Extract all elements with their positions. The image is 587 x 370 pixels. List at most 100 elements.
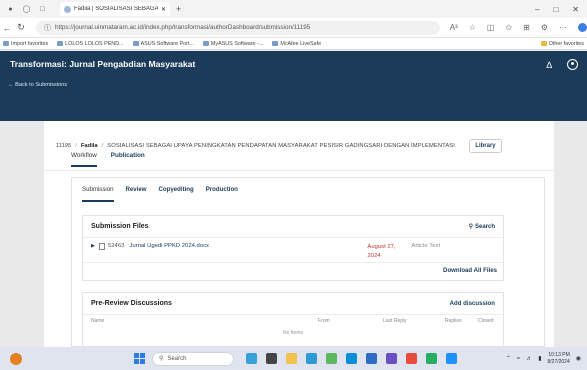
weather-icon[interactable] [10,352,22,365]
submission-title: SOSIALISASI SEBAGAI UPAYA PENINGKATAN PE… [107,142,455,149]
taskbar-search[interactable]: ⚲ Search [152,351,234,366]
clock-time: 10:13 PM [548,352,570,358]
library-button[interactable]: Library [469,138,502,153]
submission-page: 11195 / Fadila / SOSIALISASI SEBAGAI UPA… [44,121,554,348]
tab-close-icon[interactable]: ✕ [161,6,166,13]
app-icon[interactable] [406,353,417,364]
word-icon[interactable] [366,353,377,364]
new-tab-icon[interactable]: + [176,4,181,14]
wifi-icon[interactable]: ≈ [517,356,520,362]
tab-production[interactable]: Production [206,186,238,202]
stage-tabs: Submission Review Copyediting Production [82,186,238,202]
bookmark-icon [3,41,9,46]
widgets-icon[interactable] [246,353,257,364]
tab-review[interactable]: Review [126,186,147,202]
tab-publication[interactable]: Publication [111,149,145,167]
pre-review-discussions-panel: Pre-Review Discussions Add discussion Na… [82,292,504,348]
telegram-icon[interactable] [446,353,457,364]
file-row: ▶ 52463 Jurnal Ugedi PPKD 2024.docx Augu… [83,240,503,259]
discussions-heading: Pre-Review Discussions [91,300,172,307]
back-icon[interactable]: ← [0,23,14,33]
task-view-icon[interactable] [266,353,277,364]
address-bar-row: ← ↻ ⓘ https://journal.uinmataram.ac.id/i… [0,18,587,38]
extension-icon[interactable]: ⚙ [541,23,548,32]
browser-tab-bar: ● ◯ □ Fadila | SOSIALISASI SEBAGAI UP...… [0,0,587,18]
refresh-icon[interactable]: ↻ [14,22,28,33]
read-aloud-icon[interactable]: A³ [450,23,458,32]
workspaces-icon[interactable]: ◯ [21,4,32,15]
copilot-icon[interactable] [578,23,587,32]
search-icon: ⚲ [468,224,473,230]
whatsapp-icon[interactable] [426,353,437,364]
store-icon[interactable] [326,353,337,364]
edge-icon[interactable] [306,353,317,364]
file-name-link[interactable]: Jurnal Ugedi PPKD 2024.docx [129,243,367,249]
submission-files-heading: Submission Files [91,223,149,230]
col-from: From [318,318,330,324]
tab-workflow[interactable]: Workflow [71,149,97,167]
notification-icon[interactable]: ◉ [576,355,581,362]
more-icon[interactable]: ⋯ [559,23,567,32]
bookmark-item[interactable]: McAfee LiveSafe [272,41,321,47]
file-date: August 27, 2024 [367,244,396,259]
tab-copyediting[interactable]: Copyediting [159,186,194,202]
tab-actions-icon[interactable]: □ [37,4,48,15]
journal-title[interactable]: Transformasi: Jurnal Pengabdian Masyarak… [10,59,195,69]
bookmark-icon [202,41,209,46]
profile-icon[interactable]: ● [5,4,16,15]
collections-icon[interactable]: ⊞ [523,23,530,32]
bookmark-item[interactable]: Import favorites [3,41,48,47]
back-to-submissions-link[interactable]: ← Back to Submissions [8,82,67,88]
bookmark-icon [132,41,139,46]
url-field[interactable]: ⓘ https://journal.uinmataram.ac.id/index… [36,20,440,35]
favorites-icon[interactable]: ✩ [505,23,512,32]
app-header: Transformasi: Jurnal Pengabdian Masyarak… [0,51,587,121]
submission-files-panel: Submission Files ⚲ Search ▶ 52463 Jurnal… [82,215,504,281]
tab-title: Fadila | SOSIALISASI SEBAGAI UP... [74,6,158,12]
submission-id: 11195 [56,142,72,149]
volume-icon[interactable]: ♬ [526,356,532,362]
col-name: Name [91,318,105,324]
start-icon[interactable] [134,353,145,364]
clock-date: 8/27/2024 [547,358,570,365]
expand-row-icon[interactable]: ▶ [91,243,99,249]
windows-taskbar: ⚲ Search ⌃ ≈ ♬ ▮ 10:13 PM 8/27/2024 ◉ [0,347,587,370]
bookmark-item[interactable]: ASUS Software Port... [132,41,194,47]
discussion-columns: Name From Last Reply Replies Closed [83,318,503,328]
browser-tab[interactable]: Fadila | SOSIALISASI SEBAGAI UP... ✕ [60,2,170,16]
favorite-star-icon[interactable]: ☆ [469,23,476,32]
chevron-up-icon[interactable]: ⌃ [506,355,511,362]
col-closed: Closed [478,318,494,324]
close-window-icon[interactable]: ✕ [572,5,579,14]
file-explorer-icon[interactable] [286,353,297,364]
file-type: Article Text [411,243,441,249]
clock[interactable]: 10:13 PM 8/27/2024 [548,352,570,365]
lock-icon: ⓘ [44,24,51,32]
other-favorites[interactable]: Other favorites [540,41,584,47]
col-last-reply: Last Reply [383,318,407,324]
tab-submission[interactable]: Submission [82,186,114,202]
chrome-icon[interactable] [346,353,357,364]
search-files-button[interactable]: ⚲ Search [468,223,495,231]
system-tray: ⌃ ≈ ♬ ▮ 10:13 PM 8/27/2024 ◉ [506,352,581,365]
bookmark-icon [57,41,64,46]
main-tabs: Workflow Publication [71,149,145,167]
teams-icon[interactable] [386,353,397,364]
bookmark-item[interactable]: LOLOS LOLOS PEND... [57,41,124,47]
workflow-panel: Submission Review Copyediting Production… [71,177,545,348]
col-replies: Replies [445,318,462,324]
minimize-icon[interactable]: – [535,5,539,14]
bookmark-item[interactable]: MyASUS Software -... [202,41,263,47]
tab-favicon-icon [64,5,71,13]
author-name: Fadila [80,142,98,149]
file-id: 52463 [108,243,125,249]
restore-icon[interactable]: □ [553,5,558,14]
split-screen-icon[interactable]: ◫ [487,23,495,32]
folder-icon [540,41,547,46]
bookmark-icon [272,41,279,46]
notification-bell-icon[interactable]: ∆ [546,60,552,70]
user-avatar-icon[interactable] [567,59,578,70]
add-discussion-button[interactable]: Add discussion [450,300,495,307]
battery-icon[interactable]: ▮ [538,355,541,362]
download-all-files-button[interactable]: Download All Files [443,267,497,274]
